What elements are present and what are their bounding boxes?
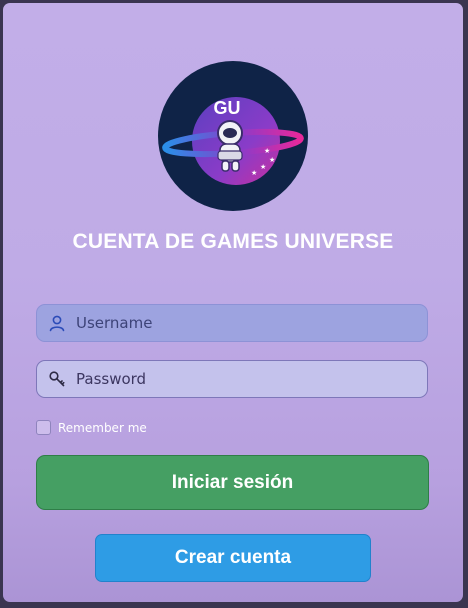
username-value: Username bbox=[76, 314, 153, 332]
svg-text:★: ★ bbox=[260, 163, 266, 171]
user-icon bbox=[49, 315, 65, 332]
password-value: Password bbox=[76, 370, 147, 388]
username-field[interactable]: Username bbox=[36, 304, 428, 342]
svg-text:★: ★ bbox=[264, 147, 270, 155]
login-button[interactable]: Iniciar sesión bbox=[36, 455, 429, 510]
svg-text:★: ★ bbox=[251, 169, 257, 177]
key-icon bbox=[49, 371, 65, 387]
games-universe-logo: GU ★ ★ ★ ★ bbox=[158, 61, 308, 211]
page-title: CUENTA DE GAMES UNIVERSE bbox=[72, 230, 394, 253]
remember-me-label: Remember me bbox=[58, 421, 147, 435]
svg-text:★: ★ bbox=[269, 156, 275, 164]
logo-text: GU bbox=[214, 98, 241, 118]
create-account-button[interactable]: Crear cuenta bbox=[95, 534, 371, 582]
login-window: GU ★ ★ ★ ★ CUENTA DE GAMES UNIVERSE User… bbox=[3, 3, 463, 602]
password-field[interactable]: Password bbox=[36, 360, 428, 398]
remember-me-checkbox[interactable] bbox=[36, 420, 51, 435]
